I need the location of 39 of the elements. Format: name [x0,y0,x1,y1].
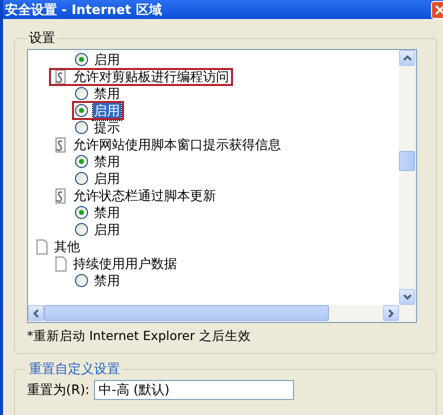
option-label: 提示 [93,120,121,136]
category-label: 其他 [54,238,80,256]
restart-note: *重新启动 Internet Explorer 之后生效 [27,327,252,345]
scroll-left-button[interactable] [28,305,44,321]
setting-label: 允许对剪贴板进行编程访问 [73,68,229,86]
page-icon [53,256,69,272]
radio-button[interactable] [75,206,88,219]
radio-button[interactable] [75,121,88,134]
vertical-scrollbar[interactable] [399,50,416,305]
radio-button[interactable] [75,53,88,66]
group-title: 设置 [28,30,56,47]
page-icon [34,238,50,254]
option-label: 禁用 [93,154,121,170]
reset-label: 重置为(R): [27,382,90,399]
scroll-right-button[interactable] [383,305,399,321]
option-label: 禁用 [93,204,121,222]
setting-label: 持续使用用户数据 [73,256,177,272]
option-label: 启用 [93,222,121,238]
setting-label: 允许网站使用脚本窗口提示获得信息 [73,136,281,154]
scroll-thumb[interactable] [399,151,415,171]
option-label: 禁用 [93,86,121,102]
scroll-up-button[interactable] [399,50,415,66]
setting-label: 允许状态栏通过脚本更新 [73,188,216,204]
radio-button[interactable] [75,104,88,117]
radio-button[interactable] [75,87,88,100]
close-icon [435,4,443,14]
level-dropdown[interactable]: 中-高 (默认) [94,380,294,400]
window-title: 安全设置 - Internet 区域 [4,2,162,18]
radio-button[interactable] [75,274,88,287]
option-label: 启用 [93,52,121,68]
horizontal-scrollbar[interactable] [28,305,416,322]
scroll-thumb[interactable] [44,305,329,321]
scroll-down-button[interactable] [399,289,415,305]
option-label: 禁用 [93,272,121,290]
option-label: 启用 [93,170,121,188]
group-title: 重置自定义设置 [28,361,121,378]
radio-button[interactable] [75,223,88,236]
radio-button[interactable] [75,172,88,185]
radio-button[interactable] [75,155,88,168]
